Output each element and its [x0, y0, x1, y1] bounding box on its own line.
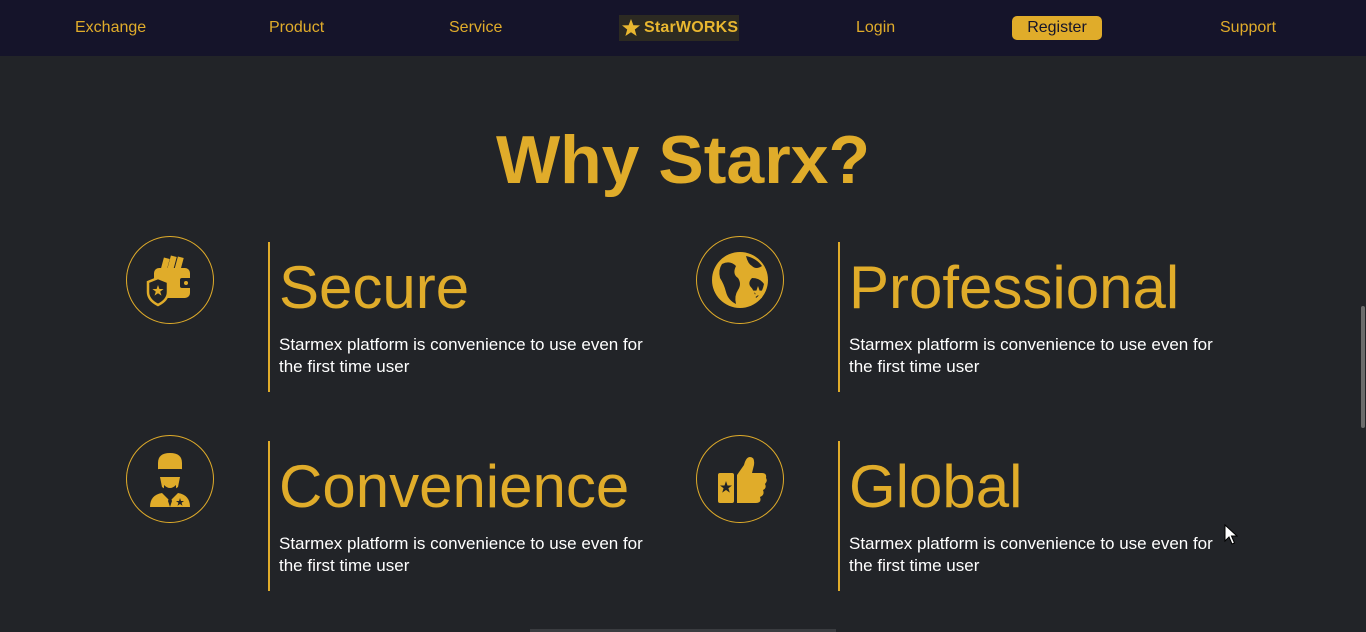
feature-card-professional: Professional Starmex platform is conveni…: [696, 236, 1213, 396]
feature-body-professional: Professional Starmex platform is conveni…: [838, 242, 1240, 392]
feature-title: Global: [849, 453, 1023, 520]
section-title: Why Starx?: [495, 122, 871, 198]
feature-description: Starmex platform is convenience to use e…: [849, 534, 1213, 575]
nav-product-link[interactable]: Product: [269, 18, 324, 38]
nav-service-link[interactable]: Service: [449, 18, 502, 38]
feature-body-convenience: Convenience Starmex platform is convenie…: [268, 441, 670, 591]
feature-description: Starmex platform is convenience to use e…: [279, 534, 643, 575]
feature-card-global: Global Starmex platform is convenience t…: [696, 435, 1213, 595]
feature-title: Secure: [279, 254, 470, 321]
agent-icon-badge: [126, 435, 214, 523]
globe-icon: [712, 252, 768, 308]
feature-title: Convenience: [279, 453, 630, 520]
nav-support-link[interactable]: Support: [1220, 18, 1276, 38]
thumbs-up-icon-badge: [696, 435, 784, 523]
feature-description: Starmex platform is convenience to use e…: [849, 335, 1213, 376]
feature-card-secure: Secure Starmex platform is convenience t…: [126, 236, 643, 396]
top-navbar: Exchange Product Service StarWORKS Login…: [0, 0, 1366, 56]
thumbs-up-icon: [718, 457, 767, 503]
feature-title: Professional: [849, 254, 1180, 321]
register-button[interactable]: Register: [1012, 16, 1102, 40]
wallet-shield-icon-badge: [126, 236, 214, 324]
globe-icon-badge: [696, 236, 784, 324]
mouse-cursor-icon: [1224, 524, 1238, 545]
feature-card-convenience: Convenience Starmex platform is convenie…: [126, 435, 643, 595]
nav-exchange-link[interactable]: Exchange: [75, 18, 146, 38]
wallet-shield-icon: [146, 255, 192, 307]
feature-body-global: Global Starmex platform is convenience t…: [838, 441, 1240, 591]
nav-login-link[interactable]: Login: [856, 18, 895, 38]
feature-body-secure: Secure Starmex platform is convenience t…: [268, 242, 670, 392]
feature-description: Starmex platform is convenience to use e…: [279, 335, 643, 376]
logo-text: StarWORKS: [644, 19, 739, 36]
agent-icon: [150, 453, 190, 507]
page-scrollbar[interactable]: [1361, 306, 1365, 428]
starworks-logo[interactable]: StarWORKS: [619, 15, 739, 41]
star-icon: [622, 19, 640, 36]
